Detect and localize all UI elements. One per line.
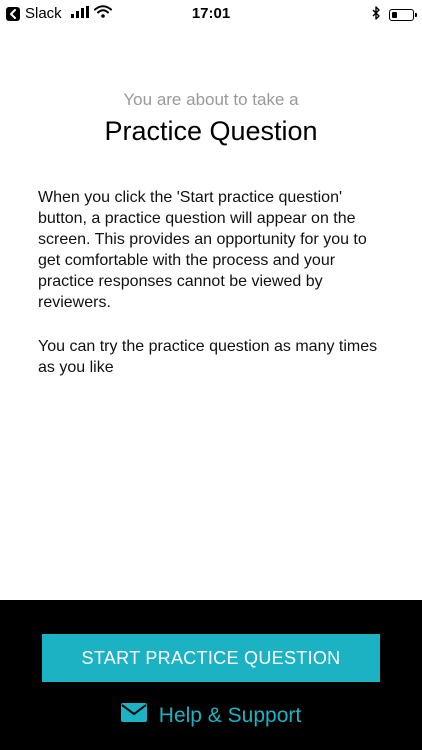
battery-tip <box>415 13 417 17</box>
page-title: Practice Question <box>104 116 318 146</box>
intro-text: You are about to take a <box>123 90 299 109</box>
battery-level <box>391 11 397 18</box>
help-support-link[interactable]: Help & Support <box>0 703 422 728</box>
status-time: 17:01 <box>191 5 231 22</box>
start-practice-question-button[interactable]: START PRACTICE QUESTION <box>42 634 380 682</box>
battery-icon <box>389 9 417 21</box>
status-right <box>372 6 417 24</box>
instructions-paragraph: When you click the 'Start practice quest… <box>38 189 367 311</box>
bluetooth-icon <box>372 6 381 24</box>
retry-info-paragraph: You can try the practice question as man… <box>38 338 378 376</box>
screen: Slack 17:01 You are about to take a Prac… <box>0 0 422 750</box>
footer: START PRACTICE QUESTION Help & Support <box>0 600 422 750</box>
help-support-label: Help & Support <box>158 703 302 727</box>
status-bar: Slack 17:01 <box>0 0 422 28</box>
envelope-icon <box>120 703 147 728</box>
